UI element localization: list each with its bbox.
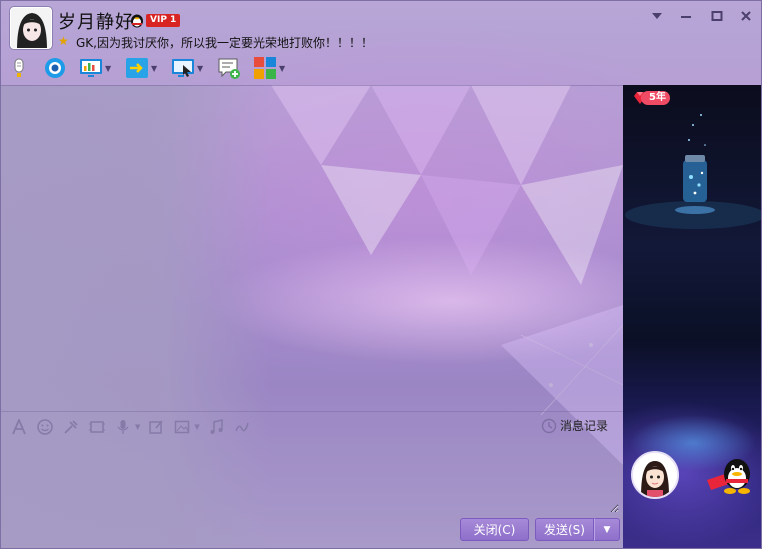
create-discussion-button[interactable] [217,55,241,81]
voice-message-icon[interactable] [113,417,133,437]
input-toolbar: ▼ ▼ [9,416,258,438]
input-divider [1,411,623,412]
font-icon[interactable] [9,417,29,437]
send-options-button[interactable]: ▼ [594,518,620,541]
doodle-icon[interactable] [232,417,252,437]
contact-nickname[interactable]: 岁月静好 [58,8,134,34]
remote-desktop-button[interactable]: ▼ [171,55,205,81]
vip-indicator[interactable]: VIP 1 [129,12,181,28]
friend-avatar[interactable] [631,451,679,499]
chevron-down-icon[interactable]: ▼ [279,64,287,73]
maximize-icon[interactable] [707,7,727,25]
chevron-down-icon: ▼ [603,524,611,535]
chevron-down-icon[interactable]: ▼ [105,64,113,73]
history-label: 消息记录 [560,419,609,433]
image-icon[interactable] [172,417,192,437]
chevron-down-icon[interactable]: ▼ [194,423,199,431]
message-history-button[interactable]: 消息记录 [541,417,608,434]
chevron-down-icon[interactable]: ▼ [135,423,140,431]
send-file-button[interactable]: ▼ [125,55,159,81]
close-icon[interactable] [736,7,756,25]
send-button[interactable]: 发送(S) [535,518,594,541]
emoji-icon[interactable] [35,417,55,437]
contact-avatar[interactable] [10,7,52,49]
video-message-icon[interactable] [87,417,107,437]
chevron-down-icon[interactable]: ▼ [151,64,159,73]
camera-icon [45,58,65,78]
file-transfer-icon [126,58,148,78]
shake-icon[interactable] [61,417,81,437]
remote-assist-icon [80,59,102,77]
screen-share-button[interactable]: ▼ [79,55,113,81]
qq-penguin-logo-icon [707,459,750,494]
years-badge: 5年 [641,91,670,105]
qq-penguin-icon [131,14,143,28]
chevron-down-icon[interactable]: ▼ [197,64,205,73]
contact-signature: GK,因为我讨厌你，所以我一定要光荣地打败你！！！！ [76,36,373,50]
vip-badge: VIP 1 [146,13,181,27]
star-icon: ★ [58,34,69,48]
message-history-area[interactable] [1,86,623,411]
voice-call-button[interactable] [7,55,31,81]
apps-grid-icon [254,57,276,79]
side-panel-background [623,313,761,548]
minimize-icon[interactable] [676,7,696,25]
dropdown-menu-icon[interactable] [647,7,667,25]
screenshot-icon[interactable] [146,417,166,437]
close-button[interactable]: 关闭(C) [460,518,529,541]
microphone-icon [14,58,24,77]
chat-toolbar: ▼ ▼ ▼ ▼ [7,55,299,81]
message-input[interactable] [5,441,619,513]
apps-button[interactable]: ▼ [253,55,287,81]
add-chat-icon [218,58,240,79]
chat-window: 岁月静好 VIP 1 ★ GK,因为我讨厌你，所以我一定要光荣地打败你！！！！ [0,0,762,549]
video-call-button[interactable] [43,55,67,81]
bottle-show-image [625,114,761,229]
remote-desktop-icon [172,59,194,77]
music-icon[interactable] [206,417,226,437]
clock-icon [541,418,557,433]
friendship-years[interactable]: 5年 [633,91,670,105]
